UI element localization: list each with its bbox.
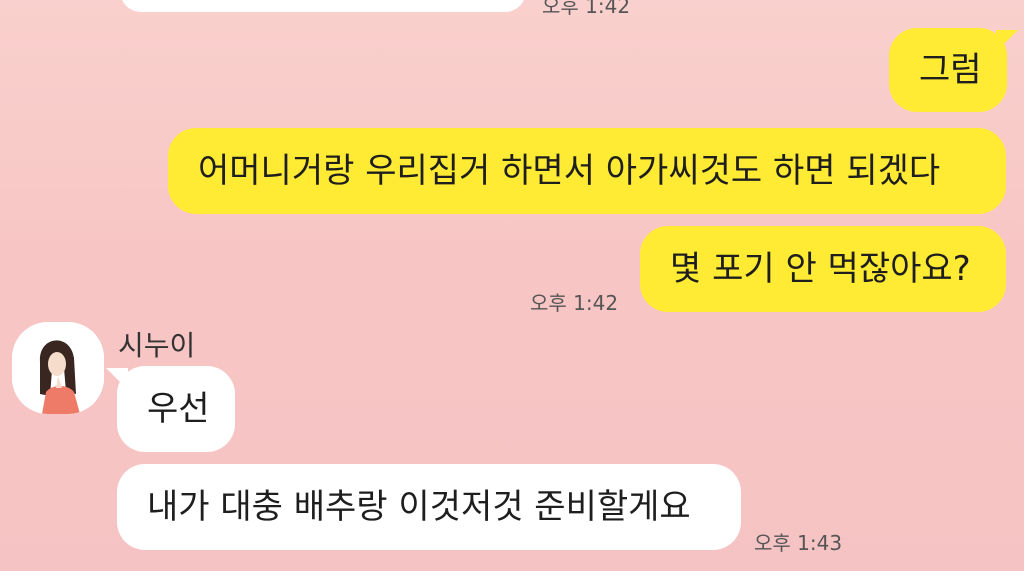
- previous-message-time: 오후 1:42: [542, 0, 631, 18]
- my-message-bubble[interactable]: 몇 포기 안 먹잖아요?: [640, 226, 1006, 312]
- message-text: 내가 대충 배추랑 이것저것 준비할게요: [147, 487, 691, 527]
- message-text: 그럼: [919, 50, 982, 90]
- message-text: 어머니거랑 우리집거 하면서 아가씨것도 하면 되겠다: [198, 151, 941, 191]
- my-message-bubble[interactable]: 그럼: [889, 28, 1007, 112]
- message-time: 오후 1:43: [754, 531, 843, 555]
- bubble-tail: [996, 30, 1018, 52]
- their-message-bubble[interactable]: 우선: [117, 366, 235, 452]
- bubble-tail: [106, 368, 128, 390]
- my-message-bubble[interactable]: 어머니거랑 우리집거 하면서 아가씨것도 하면 되겠다: [168, 128, 1006, 214]
- their-message-bubble[interactable]: 내가 대충 배추랑 이것저것 준비할게요: [117, 464, 741, 550]
- chat-area[interactable]: 오후 1:42 그럼 어머니거랑 우리집거 하면서 아가씨것도 하면 되겠다 몇…: [0, 0, 1024, 571]
- sender-name: 시누이: [118, 329, 196, 362]
- message-time: 오후 1:42: [530, 291, 619, 315]
- message-text: 우선: [147, 389, 210, 429]
- previous-message-bubble[interactable]: [120, 0, 526, 12]
- profile-avatar-icon: [12, 322, 104, 414]
- message-text: 몇 포기 안 먹잖아요?: [670, 249, 971, 289]
- sender-avatar[interactable]: [12, 322, 104, 414]
